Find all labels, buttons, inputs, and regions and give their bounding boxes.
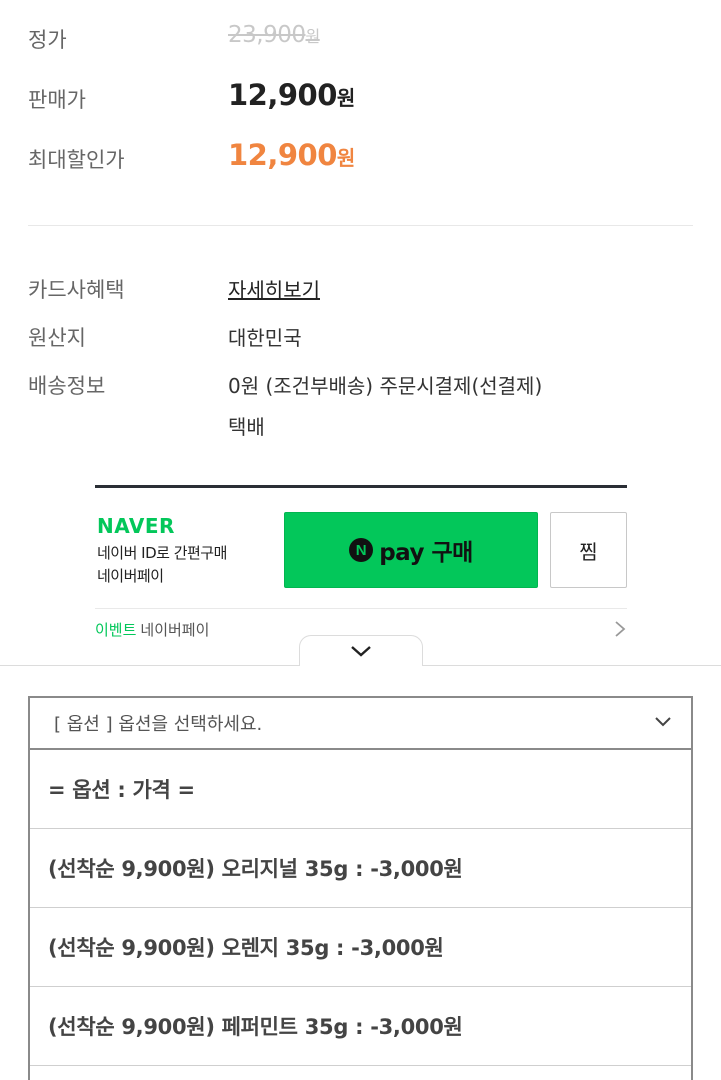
naver-panel-divider [95, 608, 627, 609]
option-list-header: = 옵션 : 가격 = [30, 750, 691, 829]
max-discount-price-value: 12,900원 [228, 138, 355, 172]
naver-n-icon: N [349, 538, 374, 562]
option-item-original[interactable]: (선착순 9,900원) 오리지널 35g : -3,000원 [30, 829, 691, 908]
chevron-down-icon [655, 717, 671, 727]
collapse-toggle[interactable] [299, 635, 423, 666]
option-item-orange[interactable]: (선착순 9,900원) 오렌지 35g : -3,000원 [30, 908, 691, 987]
naver-pay-panel: NAVER 네이버 ID로 간편구매 네이버페이 N pay 구매 찜 이벤트 네… [95, 485, 627, 645]
card-benefit-label: 카드사혜택 [28, 278, 125, 302]
event-text: 네이버페이 [140, 621, 210, 639]
option-item-peppermint[interactable]: (선착순 9,900원) 페퍼민트 35g : -3,000원 [30, 987, 691, 1066]
list-price-value: 23,900원 [228, 22, 320, 48]
naver-logo: NAVER [97, 514, 175, 538]
naver-pay-buy-label: pay 구매 [379, 540, 473, 566]
chevron-right-icon [615, 621, 626, 637]
origin-label: 원산지 [28, 326, 86, 350]
price-divider [28, 225, 693, 226]
sale-price-value: 12,900원 [228, 78, 355, 112]
chevron-down-icon [351, 646, 371, 657]
sale-price-label: 판매가 [28, 88, 86, 112]
shipping-value-line2: 택배 [228, 415, 265, 439]
naver-pay-description: 네이버 ID로 간편구매 네이버페이 [97, 542, 227, 588]
naver-desc-line2: 네이버페이 [97, 567, 164, 585]
option-select[interactable]: [ 옵션 ] 옵션을 선택하세요. [30, 698, 691, 750]
option-dropdown: [ 옵션 ] 옵션을 선택하세요. = 옵션 : 가격 = (선착순 9,900… [28, 696, 693, 1080]
max-discount-price-label: 최대할인가 [28, 148, 125, 172]
card-benefit-detail-link[interactable]: 자세히보기 [228, 274, 320, 303]
wishlist-button[interactable]: 찜 [550, 512, 627, 588]
shipping-label: 배송정보 [28, 374, 106, 398]
naver-pay-buy-button[interactable]: N pay 구매 [284, 512, 538, 588]
list-price-label: 정가 [28, 28, 67, 52]
origin-value: 대한민국 [228, 326, 302, 350]
option-select-placeholder: [ 옵션 ] 옵션을 선택하세요. [54, 714, 263, 735]
naver-desc-line1: 네이버 ID로 간편구매 [97, 544, 227, 562]
shipping-value-line1: 0원 (조건부배송) 주문시결제(선결제) [228, 374, 543, 398]
event-tag: 이벤트 [95, 621, 137, 639]
